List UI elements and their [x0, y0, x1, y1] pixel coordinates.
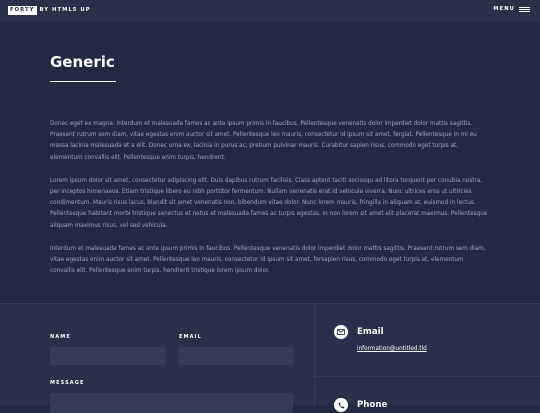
- title-underline: [50, 81, 116, 82]
- phone-title: Phone: [357, 400, 388, 410]
- contact-form: NAME EMAIL MESSAGE: [50, 304, 314, 413]
- email-link[interactable]: information@untitled.tld: [357, 345, 427, 353]
- contact-section: NAME EMAIL MESSAGE Email information@unt…: [0, 303, 540, 413]
- email-input[interactable]: [179, 347, 293, 365]
- name-input[interactable]: [50, 347, 165, 365]
- menu-button[interactable]: MENU: [493, 6, 530, 13]
- email-title: Email: [357, 327, 384, 337]
- name-label: NAME: [50, 334, 71, 340]
- divider: [315, 376, 540, 377]
- paragraph: Lorem ipsum dolor sit amet, consectetur …: [50, 177, 488, 229]
- page-title: Generic: [50, 53, 115, 71]
- site-header: FORTY BY HTML5 UP MENU: [0, 0, 540, 22]
- envelope-icon: [334, 325, 348, 339]
- main-content: Generic Donec eget ex magna. Interdum et…: [50, 52, 490, 289]
- body-text: Donec eget ex magna. Interdum et malesua…: [50, 119, 490, 277]
- paragraph: Donec eget ex magna. Interdum et malesua…: [50, 121, 477, 161]
- contact-info: Email information@untitled.tld Phone: [314, 304, 540, 412]
- logo-box: FORTY: [8, 6, 37, 15]
- phone-icon: [334, 398, 348, 412]
- site-logo[interactable]: FORTY BY HTML5 UP: [8, 6, 91, 15]
- hamburger-icon: [519, 6, 530, 13]
- logo-tagline: BY HTML5 UP: [39, 7, 91, 13]
- email-label: EMAIL: [179, 334, 202, 340]
- menu-label: MENU: [493, 6, 515, 12]
- message-textarea[interactable]: [50, 393, 293, 413]
- paragraph: Interdum et malesuada fames ac ante ipsu…: [50, 245, 486, 275]
- message-label: MESSAGE: [50, 380, 85, 386]
